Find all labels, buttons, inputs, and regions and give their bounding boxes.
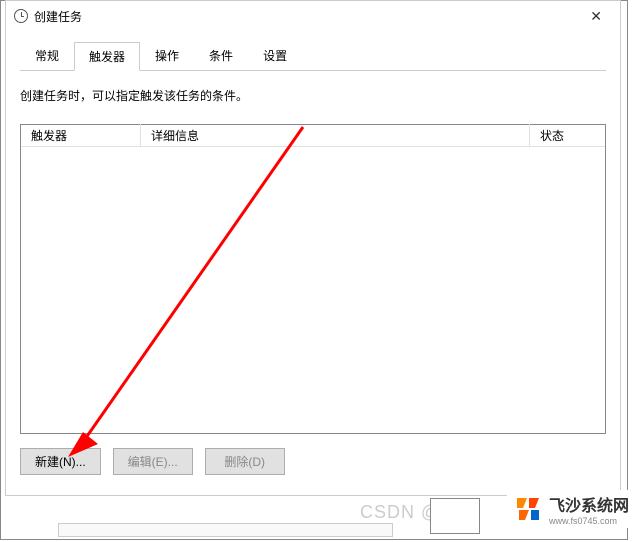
tab-triggers[interactable]: 触发器 [74,42,140,71]
new-button[interactable]: 新建(N)... [20,448,101,475]
header-details[interactable]: 详细信息 [141,124,530,147]
titlebar: 创建任务 ✕ [6,1,620,31]
table-header: 触发器 详细信息 状态 [21,125,605,147]
tab-settings[interactable]: 设置 [248,41,302,70]
brand-icon [513,494,543,524]
create-task-dialog: 创建任务 ✕ 常规 触发器 操作 条件 设置 创建任务时，可以指定触发该任务的条… [5,0,621,496]
brand-name: 飞沙系统网 [549,492,629,516]
clock-icon [14,9,28,23]
delete-button: 删除(D) [205,448,285,475]
header-status[interactable]: 状态 [530,124,605,147]
watermark-text: CSDN @ [360,502,440,523]
brand-logo: 飞沙系统网 www.fs0745.com [507,490,635,528]
tab-actions[interactable]: 操作 [140,41,194,70]
triggers-table[interactable]: 触发器 详细信息 状态 [20,124,606,434]
tab-general[interactable]: 常规 [20,41,74,70]
window-title: 创建任务 [34,8,82,25]
close-button[interactable]: ✕ [580,4,612,29]
button-row: 新建(N)... 编辑(E)... 删除(D) [20,448,606,475]
tab-conditions[interactable]: 条件 [194,41,248,70]
brand-url: www.fs0745.com [549,516,629,526]
description-text: 创建任务时，可以指定触发该任务的条件。 [20,87,606,104]
bottom-bar [58,523,393,537]
tab-strip: 常规 触发器 操作 条件 设置 [20,41,606,71]
bottom-box [430,498,480,534]
edit-button: 编辑(E)... [113,448,193,475]
header-trigger[interactable]: 触发器 [21,124,141,147]
